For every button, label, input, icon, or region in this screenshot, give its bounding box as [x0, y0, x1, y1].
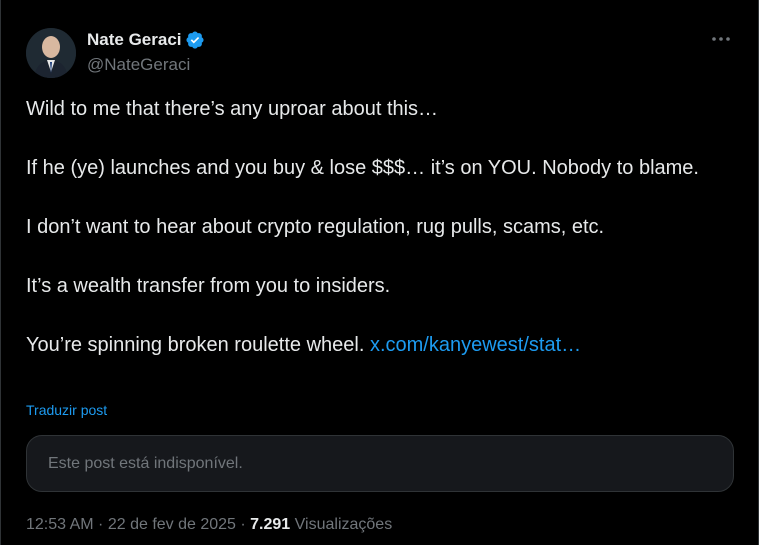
ellipsis-icon	[712, 37, 730, 41]
views-label: Visualizações	[294, 516, 393, 533]
post-date[interactable]: 22 de fev de 2025	[108, 516, 236, 533]
post-line: You’re spinning broken roulette wheel.	[26, 334, 365, 356]
post-meta: 12:53 AM · 22 de fev de 2025 · 7.291 Vis…	[26, 514, 392, 536]
post-time[interactable]: 12:53 AM	[26, 516, 94, 533]
meta-separator: ·	[235, 516, 251, 533]
unavailable-text: Este post está indisponível.	[48, 454, 243, 472]
tweet-card: Nate Geraci @NateGeraci Wild to me that …	[0, 0, 759, 545]
views-count: 7.291	[250, 516, 291, 533]
translate-post-link[interactable]: Traduzir post	[26, 401, 107, 419]
more-options-button[interactable]	[707, 27, 735, 51]
post-line: I don’t want to hear about crypto regula…	[26, 216, 605, 238]
author-name-row[interactable]: Nate Geraci	[87, 29, 205, 51]
post-link[interactable]: x.com/kanyewest/stat…	[370, 334, 581, 356]
post-line: Wild to me that there’s any uproar about…	[26, 98, 439, 120]
post-line: If he (ye) launches and you buy & lose $…	[26, 157, 699, 179]
post-line: It’s a wealth transfer from you to insid…	[26, 275, 391, 297]
author-display-name[interactable]: Nate Geraci	[87, 29, 182, 51]
post-text: Wild to me that there’s any uproar about…	[26, 95, 726, 361]
quoted-post-unavailable: Este post está indisponível.	[26, 435, 734, 492]
author-handle[interactable]: @NateGeraci	[87, 54, 190, 76]
avatar-image	[26, 28, 76, 78]
meta-separator: ·	[93, 516, 108, 533]
avatar[interactable]	[26, 28, 76, 78]
post-last-line: You’re spinning broken roulette wheel. x…	[26, 331, 726, 361]
verified-badge-icon	[185, 30, 205, 50]
